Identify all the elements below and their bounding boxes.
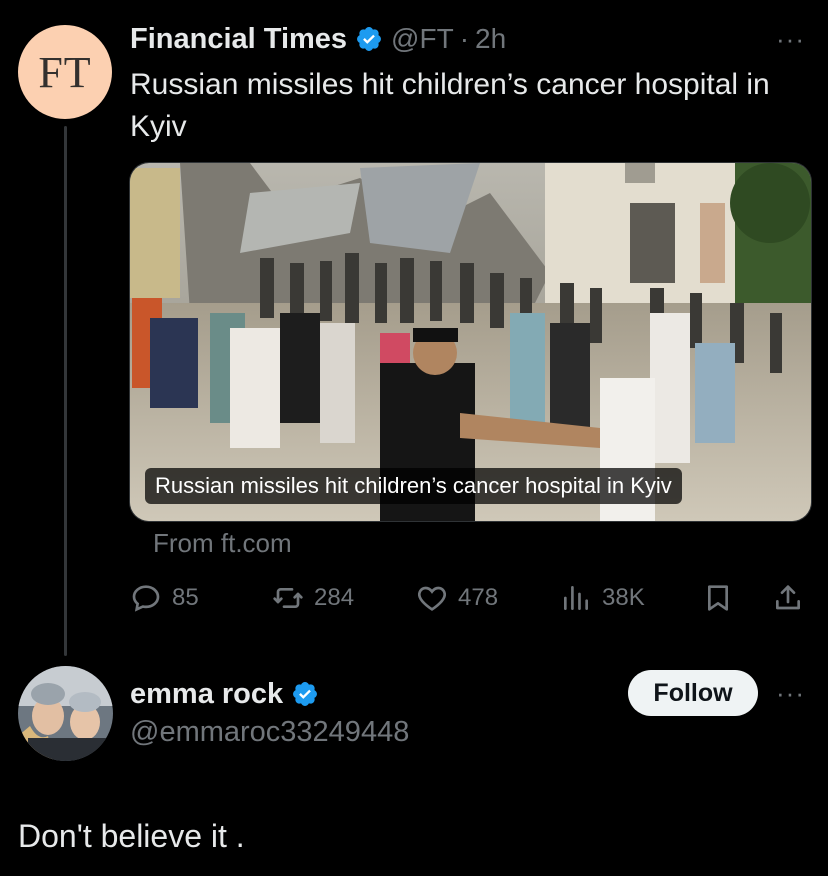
card-caption: Russian missiles hit children’s cancer h… [145,468,682,504]
ft-avatar-logo: FT [38,47,92,97]
tweet-header: Financial Times @FT · 2h [130,20,506,58]
card-source[interactable]: From ft.com [153,528,292,559]
share-button[interactable] [772,580,814,616]
tweet-time[interactable]: 2h [475,23,506,55]
separator-dot: · [459,23,470,54]
reply-button[interactable]: 85 [130,580,199,616]
repost-count: 284 [314,584,355,611]
bookmark-button[interactable] [702,580,744,616]
author-handle[interactable]: @FT [391,23,454,55]
share-icon [776,585,800,610]
thread-line [64,126,67,656]
reply-handle[interactable]: @emmaroc33249448 [130,716,409,749]
reply-display-name[interactable]: emma rock [130,678,283,711]
follow-button[interactable]: Follow [628,670,758,716]
more-icon[interactable]: ··· [776,678,805,709]
emma-avatar-photo [18,666,113,761]
views-icon [564,586,588,610]
bookmark-icon [708,585,728,611]
like-button[interactable]: 478 [416,580,498,616]
repost-button[interactable]: 284 [272,580,354,616]
reply-text: Don't believe it . [18,818,245,854]
tweet-text: Russian missiles hit children’s cancer h… [130,68,770,143]
repost-icon [273,588,303,608]
like-icon [418,586,446,611]
reply-count: 85 [172,584,199,611]
verified-badge-icon [357,27,382,51]
reply-header: emma rock [130,675,319,713]
more-icon[interactable]: ··· [776,24,805,55]
ft-avatar[interactable]: FT [18,25,112,119]
emma-avatar[interactable] [18,666,113,761]
views-button[interactable]: 38K [560,580,645,616]
verified-badge-icon [293,682,318,706]
reply-icon [132,585,160,612]
author-display-name[interactable]: Financial Times [130,23,347,56]
like-count: 478 [458,584,499,611]
views-count: 38K [602,584,645,611]
